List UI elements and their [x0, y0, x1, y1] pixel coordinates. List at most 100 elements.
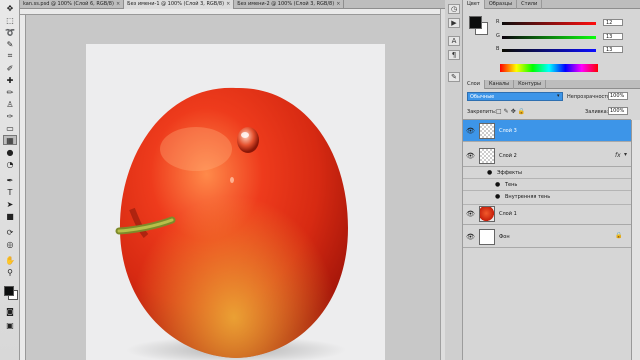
character-icon[interactable]: A: [448, 36, 460, 46]
eye-icon[interactable]: ●: [487, 167, 492, 179]
chevron-down-icon[interactable]: ▾: [557, 93, 560, 99]
lasso-tool-icon[interactable]: ➰: [3, 27, 17, 37]
opacity-label: Непрозрачность:: [567, 94, 612, 100]
tab-color[interactable]: Цвет: [463, 0, 485, 9]
blue-value-field[interactable]: 13: [603, 46, 623, 53]
foreground-color-box[interactable]: [469, 16, 482, 29]
lock-icon: 🔒: [615, 232, 623, 239]
blue-slider[interactable]: [502, 49, 596, 52]
lock-label: Закрепить:: [467, 109, 497, 115]
green-slider[interactable]: [502, 36, 596, 39]
effect-name: Тень: [505, 182, 518, 188]
gradient-tool-icon[interactable]: ▦: [3, 135, 17, 145]
document-canvas[interactable]: [86, 44, 385, 360]
shape-tool-icon[interactable]: ■: [3, 211, 17, 221]
tab-swatches[interactable]: Образцы: [485, 0, 518, 9]
opacity-field[interactable]: 100%: [608, 92, 628, 100]
fill-field[interactable]: 100%: [608, 107, 628, 115]
eye-icon[interactable]: 👁: [466, 233, 475, 241]
red-slider[interactable]: [502, 22, 596, 25]
apple-image: [115, 87, 348, 360]
effect-name: Внутренняя тень: [505, 194, 551, 200]
history-brush-tool-icon[interactable]: ✑: [3, 111, 17, 121]
effects-label: Эффекты: [497, 170, 522, 176]
move-tool-icon[interactable]: ✥: [3, 3, 17, 13]
eye-icon[interactable]: 👁: [466, 152, 475, 160]
fx-badge[interactable]: fx: [615, 152, 621, 159]
pen-tool-icon[interactable]: ✒: [3, 175, 17, 185]
tab-paths[interactable]: Контуры: [514, 80, 546, 89]
layer-row-1[interactable]: 👁 Слой 1: [463, 203, 631, 225]
crop-tool-icon[interactable]: ⌗: [3, 51, 17, 61]
doc-tab-kan[interactable]: kan.ss.psd @ 100% (Слой 6, RGB/8) ×: [20, 0, 125, 9]
brush-tool-icon[interactable]: ✏: [3, 87, 17, 97]
healing-tool-icon[interactable]: ✚: [3, 75, 17, 85]
dodge-tool-icon[interactable]: ◔: [3, 159, 17, 169]
channel-g-label: G: [496, 33, 500, 39]
screen-mode-icon[interactable]: ▣: [3, 320, 17, 330]
channel-r-label: R: [496, 19, 500, 25]
close-icon[interactable]: ×: [226, 0, 230, 9]
vertical-ruler: [20, 15, 26, 360]
horizontal-ruler: [20, 9, 440, 15]
doc-tab-label: Без имени-2 @ 100% (Слой 3, RGB/8): [237, 1, 335, 7]
color-spectrum-ramp[interactable]: [500, 64, 598, 72]
blend-mode-value: Обычные: [470, 94, 495, 100]
quick-mask-icon[interactable]: ◙: [3, 306, 17, 316]
layer-thumbnail: [479, 123, 495, 139]
path-select-tool-icon[interactable]: ➤: [3, 199, 17, 209]
layer-row-3[interactable]: 👁 Слой 3: [463, 120, 631, 142]
layer-name: Слой 3: [499, 128, 517, 134]
tab-styles[interactable]: Стили: [517, 0, 543, 9]
close-icon[interactable]: ×: [116, 0, 120, 9]
eye-icon[interactable]: ●: [495, 179, 500, 191]
expand-arrow-icon[interactable]: ▾: [624, 151, 627, 158]
doc-tab-label: kan.ss.psd @ 100% (Слой 6, RGB/8): [23, 1, 114, 7]
doc-tab-untitled-1[interactable]: Без имени-1 @ 100% (Слой 3, RGB/8) ×: [124, 0, 235, 9]
doc-tab-label: Без имени-1 @ 100% (Слой 3, RGB/8): [127, 1, 225, 7]
paragraph-icon[interactable]: ¶: [448, 50, 460, 60]
layer-name: Слой 1: [499, 211, 517, 217]
blur-tool-icon[interactable]: ●: [3, 147, 17, 157]
3d-orbit-tool-icon[interactable]: ◎: [3, 239, 17, 249]
layer-row-2[interactable]: 👁 Слой 2 fx ▾: [463, 145, 631, 167]
eye-icon[interactable]: ●: [495, 191, 500, 203]
document-tabs: kan.ss.psd @ 100% (Слой 6, RGB/8) × Без и…: [20, 0, 445, 9]
channel-b-label: B: [496, 46, 500, 52]
zoom-tool-icon[interactable]: ⚲: [3, 267, 17, 277]
green-value-field[interactable]: 13: [603, 33, 623, 40]
tools-panel: ✥ ⬚ ➰ ✎ ⌗ ✐ ✚ ✏ ♙ ✑ ▭ ▦ ● ◔ ✒ T ➤ ■ ⟳ ◎ …: [0, 0, 20, 360]
tab-channels[interactable]: Каналы: [485, 80, 515, 89]
layer-name: Фон: [499, 234, 510, 240]
hand-tool-icon[interactable]: ✋: [3, 255, 17, 265]
eye-icon[interactable]: 👁: [466, 210, 475, 218]
eyedropper-tool-icon[interactable]: ✐: [3, 63, 17, 73]
close-icon[interactable]: ×: [336, 0, 340, 9]
layer-thumbnail: [479, 206, 495, 222]
effects-row[interactable]: ● Эффекты: [463, 167, 631, 179]
tab-layers[interactable]: Слои: [463, 80, 485, 89]
fill-label: Заливка:: [585, 109, 609, 115]
history-icon[interactable]: ◷: [448, 4, 460, 14]
marquee-tool-icon[interactable]: ⬚: [3, 15, 17, 25]
effect-row-shadow[interactable]: ● Тень: [463, 179, 631, 191]
red-value-field[interactable]: 12: [603, 19, 623, 26]
layers-panel-tabs: Слои Каналы Контуры: [463, 80, 640, 89]
color-panel-tabs: Цвет Образцы Стили: [463, 0, 640, 9]
layer-name: Слой 2: [499, 153, 517, 159]
layers-scrollbar[interactable]: [631, 120, 640, 360]
3d-rotate-tool-icon[interactable]: ⟳: [3, 227, 17, 237]
type-tool-icon[interactable]: T: [3, 187, 17, 197]
quick-select-tool-icon[interactable]: ✎: [3, 39, 17, 49]
eraser-tool-icon[interactable]: ▭: [3, 123, 17, 133]
blend-mode-select[interactable]: Обычные: [467, 92, 563, 101]
brushes-icon[interactable]: ✎: [448, 72, 460, 82]
layer-row-background[interactable]: 👁 Фон 🔒: [463, 226, 631, 248]
foreground-color-swatch[interactable]: [4, 286, 14, 296]
eye-icon[interactable]: 👁: [466, 127, 475, 135]
lock-icons[interactable]: □✎✥🔒: [496, 108, 527, 115]
doc-tab-untitled-2[interactable]: Без имени-2 @ 100% (Слой 3, RGB/8) ×: [234, 0, 345, 9]
actions-icon[interactable]: ▶: [448, 18, 460, 28]
clone-stamp-tool-icon[interactable]: ♙: [3, 99, 17, 109]
panel-icons-strip: ◷ ▶ A ¶ ✎: [445, 0, 463, 360]
